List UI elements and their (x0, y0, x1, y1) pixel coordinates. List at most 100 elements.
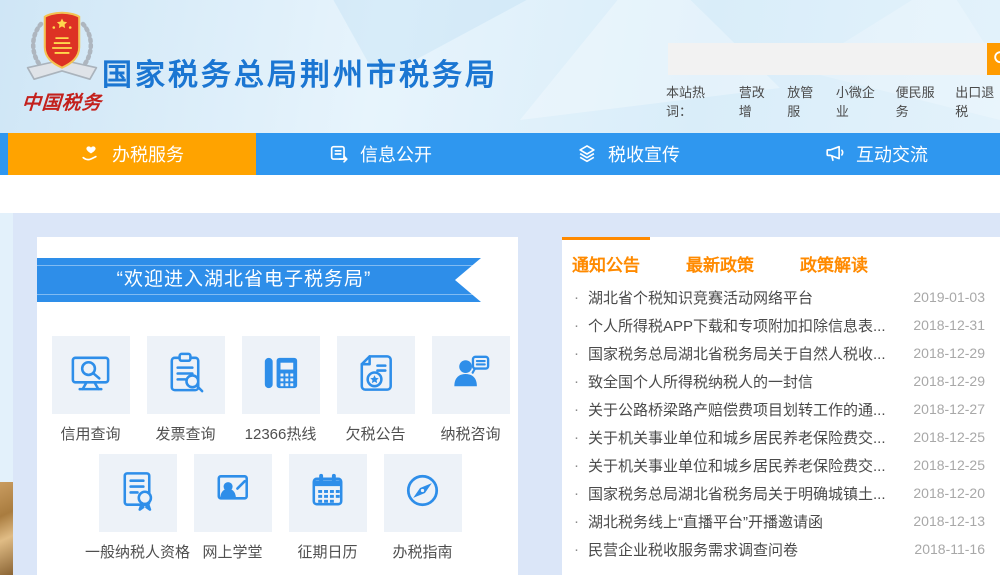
news-title: 湖北省个税知识竞赛活动网络平台 (588, 287, 905, 308)
nav-item-label: 办税服务 (112, 141, 184, 167)
service-item[interactable]: 欠税公告 (328, 336, 423, 444)
nav-item-label: 互动交流 (856, 141, 928, 167)
service-label: 纳税咨询 (440, 423, 500, 444)
welcome-banner[interactable]: “欢迎进入湖北省电子税务局” (37, 258, 481, 302)
news-title: 个人所得税APP下载和专项附加扣除信息表... (588, 315, 905, 336)
search-icon (991, 48, 1000, 71)
logo-caption: 中国税务 (13, 88, 111, 115)
bullet-icon: · (574, 457, 579, 474)
taxpayer-cert-icon (114, 467, 161, 519)
main-nav: 办税服务 信息公开 税收宣传 互动交流 (0, 133, 1000, 175)
hot-word-link[interactable]: 小微企业 (836, 82, 881, 120)
nav-item-label: 信息公开 (360, 141, 432, 167)
service-label: 12366热线 (245, 423, 317, 444)
page-edge (0, 213, 13, 482)
service-item[interactable]: 发票查询 (138, 336, 233, 444)
nav-item[interactable]: 税收宣传 (504, 133, 752, 175)
hot-words-label: 本站热词： (666, 82, 724, 120)
online-school-icon (209, 467, 256, 519)
bullet-icon: · (574, 289, 579, 306)
info-open-icon (328, 143, 350, 165)
tab[interactable]: 通知公告 (562, 237, 650, 281)
news-date: 2018-12-29 (913, 345, 985, 361)
news-item[interactable]: · 关于机关事业单位和城乡居民养老保险费交... 2018-12-25 (562, 451, 985, 479)
service-item[interactable]: 办税指南 (375, 454, 470, 562)
nav-item[interactable]: 信息公开 (256, 133, 504, 175)
news-item[interactable]: · 个人所得税APP下载和专项附加扣除信息表... 2018-12-31 (562, 311, 985, 339)
news-list: · 湖北省个税知识竞赛活动网络平台 2019-01-03 · 个人所得税APP下… (562, 283, 985, 563)
news-item[interactable]: · 致全国个人所得税纳税人的一封信 2018-12-29 (562, 367, 985, 395)
news-panel: 通知公告最新政策政策解读 · 湖北省个税知识竞赛活动网络平台 2019-01-0… (562, 237, 1000, 575)
search-input[interactable] (668, 43, 987, 75)
news-date: 2018-12-25 (913, 429, 985, 445)
site-title: 国家税务总局荆州市税务局 (102, 50, 498, 94)
layers-icon (576, 143, 598, 165)
service-label: 一般纳税人资格 (85, 541, 190, 562)
notice-star-icon (352, 349, 399, 401)
tab[interactable]: 最新政策 (676, 237, 764, 281)
news-date: 2018-12-25 (913, 457, 985, 473)
hotline-phone-icon (257, 349, 304, 401)
news-item[interactable]: · 湖北省个税知识竞赛活动网络平台 2019-01-03 (562, 283, 985, 311)
consult-person-icon (447, 349, 494, 401)
hot-word-link[interactable]: 出口退税 (955, 82, 1000, 120)
news-date: 2018-12-20 (913, 485, 985, 501)
news-tabs: 通知公告最新政策政策解读 (562, 237, 985, 281)
service-label: 信用查询 (60, 423, 120, 444)
service-label: 发票查询 (155, 423, 215, 444)
hot-word-link[interactable]: 营改增 (739, 82, 773, 120)
bullet-icon: · (574, 345, 579, 362)
news-item[interactable]: · 民营企业税收服务需求调查问卷 2018-11-16 (562, 535, 985, 563)
service-item[interactable]: 信用查询 (43, 336, 138, 444)
header: 中国税务 国家税务总局荆州市税务局 本站热词： 营改增放管服小微企业便民服务出口… (0, 0, 1000, 133)
eservice-panel: “欢迎进入湖北省电子税务局” 信用查询 发票查询 12366热线 欠税公告 (37, 237, 518, 575)
hot-word-link[interactable]: 便民服务 (896, 82, 941, 120)
news-item[interactable]: · 关于公路桥梁路产赔偿费项目划转工作的通... 2018-12-27 (562, 395, 985, 423)
background-photo (0, 482, 13, 575)
news-date: 2018-12-13 (913, 513, 985, 529)
news-title: 国家税务总局湖北省税务局关于自然人税收... (588, 343, 905, 364)
welcome-banner-text: “欢迎进入湖北省电子税务局” (37, 258, 481, 302)
service-label: 网上学堂 (202, 541, 262, 562)
bullet-icon: · (574, 485, 579, 502)
service-item[interactable]: 征期日历 (280, 454, 375, 562)
service-item[interactable]: 12366热线 (233, 336, 328, 444)
nav-items: 办税服务 信息公开 税收宣传 互动交流 (8, 133, 1000, 175)
news-item[interactable]: · 关于机关事业单位和城乡居民养老保险费交... 2018-12-25 (562, 423, 985, 451)
bullet-icon: · (574, 513, 579, 530)
service-item[interactable]: 网上学堂 (185, 454, 280, 562)
page: 中国税务 国家税务总局荆州市税务局 本站热词： 营改增放管服小微企业便民服务出口… (0, 0, 1000, 575)
news-date: 2018-12-27 (913, 401, 985, 417)
services-row-2: 一般纳税人资格 网上学堂 征期日历 办税指南 (90, 454, 470, 562)
news-item[interactable]: · 国家税务总局湖北省税务局关于自然人税收... 2018-12-29 (562, 339, 985, 367)
service-item[interactable]: 一般纳税人资格 (90, 454, 185, 562)
news-title: 湖北税务线上“直播平台”开播邀请函 (588, 511, 905, 532)
bullet-icon: · (574, 373, 579, 390)
nav-item-label: 税收宣传 (608, 141, 680, 167)
news-date: 2018-11-16 (914, 541, 985, 557)
calendar-icon (304, 467, 351, 519)
news-item[interactable]: · 国家税务总局湖北省税务局关于明确城镇土... 2018-12-20 (562, 479, 985, 507)
compass-icon (399, 467, 446, 519)
tax-emblem-logo[interactable]: 中国税务 (14, 4, 110, 115)
tab[interactable]: 政策解读 (790, 237, 878, 281)
news-title: 致全国个人所得税纳税人的一封信 (588, 371, 905, 392)
service-item[interactable]: 纳税咨询 (423, 336, 518, 444)
bullet-icon: · (574, 429, 579, 446)
service-label: 办税指南 (392, 541, 452, 562)
news-item[interactable]: · 湖北税务线上“直播平台”开播邀请函 2018-12-13 (562, 507, 985, 535)
hand-heart-icon (80, 143, 102, 165)
nav-item[interactable]: 办税服务 (8, 133, 256, 175)
hot-word-link[interactable]: 放管服 (787, 82, 821, 120)
service-label: 欠税公告 (345, 423, 405, 444)
nav-item[interactable]: 互动交流 (752, 133, 1000, 175)
invoice-search-icon (162, 349, 209, 401)
services-row-1: 信用查询 发票查询 12366热线 欠税公告 纳税咨询 (43, 336, 518, 444)
monitor-search-icon (67, 349, 114, 401)
megaphone-icon (824, 143, 846, 165)
hot-words-list: 营改增放管服小微企业便民服务出口退税 (739, 82, 1000, 120)
china-tax-emblem-icon (14, 4, 110, 92)
search-button[interactable] (987, 43, 1000, 75)
hot-words-bar: 本站热词： 营改增放管服小微企业便民服务出口退税 (666, 82, 1000, 120)
news-date: 2019-01-03 (913, 289, 985, 305)
